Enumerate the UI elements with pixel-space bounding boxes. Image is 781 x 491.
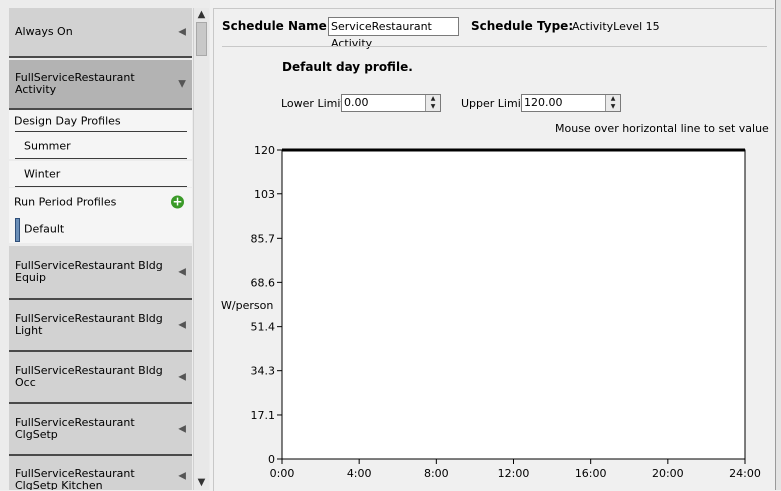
upper-limit-value: 120.00 (524, 96, 563, 109)
sidebar-scrollbar[interactable]: ▲ ▼ (193, 8, 209, 490)
schedule-item-label: FullServiceRestaurant Activity (15, 71, 135, 96)
schedule-type-value: ActivityLevel 15 (572, 20, 660, 33)
schedule-type-label: Schedule Type: (471, 19, 574, 33)
collapse-arrow-icon[interactable]: ◀ (178, 372, 186, 383)
schedule-item-label: Always On (15, 25, 73, 38)
x-tick-label: 24:00 (729, 467, 761, 480)
y-tick-label: 85.7 (251, 232, 276, 245)
collapse-arrow-icon[interactable]: ◀ (178, 424, 186, 435)
add-plus-icon[interactable]: + (171, 195, 184, 208)
design-day-winter[interactable]: Winter (9, 161, 192, 187)
run-period-profiles-header: Run Period Profiles + (9, 188, 192, 215)
design-day-profiles-header: Design Day Profiles (9, 110, 192, 132)
y-axis-label: W/person (221, 299, 273, 312)
upper-limit-label: Upper Limit: (461, 97, 529, 110)
scrollbar-thumb[interactable] (196, 22, 207, 56)
spin-down-icon[interactable]: ▼ (606, 103, 620, 111)
x-tick-label: 12:00 (498, 467, 530, 480)
y-tick-label: 0 (268, 453, 275, 466)
spin-up-icon[interactable]: ▲ (426, 95, 440, 103)
schedule-item-label: FullServiceRestaurant Bldg Light (15, 312, 163, 337)
y-tick-label: 34.3 (251, 365, 276, 378)
schedule-list-panel: Always On ◀ FullServiceRestaurant Activi… (0, 0, 210, 490)
day-profile-chart[interactable]: 0 17.1 34.3 51.4 68.6 85.7 103 120 0:00 4:00 8:00… (214, 129, 774, 489)
collapse-arrow-icon[interactable]: ◀ (178, 320, 186, 331)
divider (15, 158, 187, 159)
selection-marker (15, 218, 20, 242)
y-tick-label: 103 (254, 188, 275, 201)
design-day-summer[interactable]: Summer (9, 132, 192, 159)
lower-limit-value: 0.00 (344, 96, 369, 109)
header-divider (222, 46, 767, 47)
schedule-item-bldg-occ[interactable]: FullServiceRestaurant Bldg Occ ◀ (9, 352, 192, 404)
schedule-item-always-on[interactable]: Always On ◀ (9, 8, 192, 58)
upper-limit-spinbox[interactable]: 120.00 ▲ ▼ (521, 94, 621, 112)
x-tick-label: 16:00 (575, 467, 607, 480)
scroll-up-arrow-icon[interactable]: ▲ (194, 8, 209, 22)
divider (15, 186, 187, 187)
y-tick-label: 17.1 (251, 409, 276, 422)
collapse-arrow-icon[interactable]: ◀ (178, 471, 186, 482)
schedule-name-input[interactable]: ServiceRestaurant Activity (328, 17, 459, 50)
collapse-arrow-icon[interactable]: ◀ (178, 267, 186, 278)
x-tick-label: 4:00 (347, 467, 372, 480)
collapse-arrow-icon[interactable]: ◀ (178, 27, 186, 38)
y-tick-label: 51.4 (251, 321, 276, 334)
schedule-item-bldg-equip[interactable]: FullServiceRestaurant Bldg Equip ◀ (9, 246, 192, 300)
spin-up-icon[interactable]: ▲ (606, 95, 620, 103)
y-tick-label: 68.6 (251, 276, 276, 289)
schedule-item-label: FullServiceRestaurant Bldg Occ (15, 364, 163, 389)
y-tick-label: 120 (254, 144, 275, 157)
schedule-editor-panel: Schedule Name: ServiceRestaurant Activit… (213, 8, 774, 491)
schedule-item-label: FullServiceRestaurant ClgSetp Kitchen (15, 467, 135, 491)
schedule-item-clgsetp[interactable]: FullServiceRestaurant ClgSetp ◀ (9, 404, 192, 456)
expand-arrow-icon[interactable]: ▼ (178, 79, 186, 90)
spin-down-icon[interactable]: ▼ (426, 103, 440, 111)
profile-title: Default day profile. (282, 60, 413, 74)
x-tick-label: 20:00 (652, 467, 684, 480)
plot-area[interactable] (281, 149, 746, 460)
schedule-item-label: FullServiceRestaurant ClgSetp (15, 416, 135, 441)
x-tick-label: 8:00 (424, 467, 449, 480)
schedule-item-bldg-light[interactable]: FullServiceRestaurant Bldg Light ◀ (9, 300, 192, 352)
schedule-item-clgsetp-kitchen[interactable]: FullServiceRestaurant ClgSetp Kitchen ◀ (9, 456, 192, 490)
schedule-item-label: FullServiceRestaurant Bldg Equip (15, 259, 163, 284)
lower-limit-spinbox[interactable]: 0.00 ▲ ▼ (341, 94, 441, 112)
schedule-name-label: Schedule Name: (222, 19, 332, 33)
spin-buttons: ▲ ▼ (605, 95, 620, 111)
run-period-default[interactable]: Default (9, 215, 192, 243)
schedule-item-fullservice-activity[interactable]: FullServiceRestaurant Activity ▼ (9, 60, 192, 110)
right-panel-edge (775, 0, 781, 490)
spin-buttons: ▲ ▼ (425, 95, 440, 111)
x-axis: 0:00 4:00 8:00 12:00 16:00 20:00 24:00 (270, 459, 761, 480)
scroll-down-arrow-icon[interactable]: ▼ (194, 476, 209, 490)
x-tick-label: 0:00 (270, 467, 295, 480)
lower-limit-label: Lower Limit: (281, 97, 349, 110)
